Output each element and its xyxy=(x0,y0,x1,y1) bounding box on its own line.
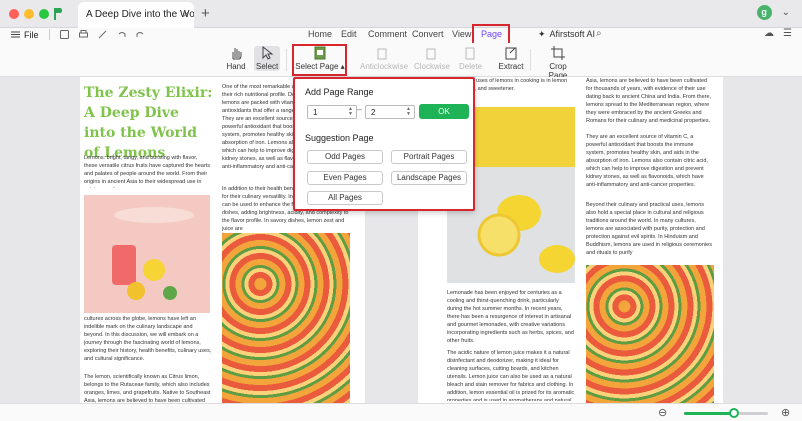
all-pages-button[interactable]: All Pages xyxy=(307,191,383,205)
crop-page-button[interactable]: Crop Page xyxy=(540,46,576,80)
close-tab-icon[interactable]: × xyxy=(183,9,189,21)
extract-icon xyxy=(505,47,517,60)
maximize-window-button[interactable] xyxy=(39,9,49,19)
delete-page-label: Delete xyxy=(459,62,483,71)
lemonade-glass-icon xyxy=(112,207,194,300)
paragraph: The acidic nature of lemon juice makes i… xyxy=(447,350,575,401)
page-toolbar: Hand Select Select Page ▴ Anticlockwise … xyxy=(0,43,802,80)
ok-button[interactable]: OK xyxy=(419,104,469,119)
citrus-slices-image xyxy=(222,233,350,403)
divider xyxy=(48,29,50,40)
page-title: The Zesty Elixir: A Deep Dive into the W… xyxy=(84,85,213,161)
search-icon[interactable]: ⌕ xyxy=(596,28,602,39)
minimize-window-button[interactable] xyxy=(24,9,34,19)
status-bar: ⊖ ⊕ xyxy=(0,403,802,421)
stepper-arrows-icon[interactable]: ▲ ▼ xyxy=(348,107,353,117)
zoom-slider-handle[interactable] xyxy=(729,408,740,418)
range-from-input[interactable]: 1 ▲ ▼ xyxy=(307,105,357,119)
range-heading: Add Page Range xyxy=(305,87,374,97)
select-page-popup: Add Page Range 1 ▲ ▼ – 2 ▲ ▼ OK Suggestion… xyxy=(293,77,475,211)
select-tool-button[interactable]: Select xyxy=(254,46,280,71)
lemonade-image xyxy=(84,195,210,313)
file-menu-button[interactable]: File xyxy=(11,30,39,40)
rotate-right-icon xyxy=(426,48,436,60)
undo-icon[interactable] xyxy=(117,30,126,39)
document-tab[interactable]: A Deep Dive into the Wor... × xyxy=(78,2,194,28)
page-tab-highlight xyxy=(472,24,510,45)
select-page-highlight xyxy=(292,44,347,76)
zoom-slider-fill xyxy=(684,412,735,415)
paragraph: Lemonade has been enjoyed for centuries … xyxy=(447,290,574,344)
extract-page-button[interactable]: Extract xyxy=(498,46,524,71)
save-icon[interactable] xyxy=(59,30,69,39)
file-menu-label: File xyxy=(24,29,39,40)
range-separator: – xyxy=(357,104,363,114)
title-bar: A Deep Dive into the Wor... × + g ⌄ xyxy=(0,0,802,28)
tab-convert[interactable]: Convert xyxy=(412,29,444,39)
paragraph: Beyond their culinary and practical uses… xyxy=(586,202,712,256)
clockwise-label: Clockwise xyxy=(414,62,451,71)
range-to-input[interactable]: 2 ▲ ▼ xyxy=(365,105,415,119)
range-from-value: 1 xyxy=(313,108,318,117)
tab-view[interactable]: View xyxy=(452,29,471,39)
new-tab-button[interactable]: + xyxy=(201,5,210,22)
chevron-down-icon[interactable]: ⌄ xyxy=(782,7,790,18)
menu-bar: File Home Edit Comment Convert View Page… xyxy=(0,28,802,43)
stepper-arrows-icon[interactable]: ▲ ▼ xyxy=(406,107,411,117)
paragraph: They are an excellent source of vitamin … xyxy=(586,134,708,188)
select-tool-label: Select xyxy=(256,62,279,71)
clockwise-button[interactable]: Clockwise xyxy=(414,46,451,71)
zoom-out-icon[interactable]: ⊖ xyxy=(658,406,667,419)
document-tab-title: A Deep Dive into the Wor... xyxy=(86,9,194,20)
paragraph: Asia, lemons are believed to have been c… xyxy=(586,78,712,124)
crop-icon xyxy=(551,46,565,60)
zoom-slider[interactable] xyxy=(684,408,768,418)
divider xyxy=(286,49,287,71)
tab-home[interactable]: Home xyxy=(308,29,332,39)
close-window-button[interactable] xyxy=(9,9,19,19)
avatar[interactable]: g xyxy=(756,5,772,20)
cloud-icon[interactable]: ☁ xyxy=(764,28,774,39)
suggestion-heading: Suggestion Page xyxy=(305,133,374,143)
hand-icon xyxy=(232,48,242,60)
sparkle-icon: ✦ xyxy=(538,29,546,39)
paragraph: Lemons: bright, tangy, and bursting with… xyxy=(84,155,210,188)
divider xyxy=(530,49,531,71)
delete-page-button[interactable]: Delete xyxy=(459,46,483,71)
print-icon[interactable] xyxy=(78,30,88,39)
app-logo-icon xyxy=(54,8,62,20)
extract-page-label: Extract xyxy=(498,62,524,71)
tab-edit[interactable]: Edit xyxy=(341,29,357,39)
citrus-mix-image xyxy=(586,265,714,403)
zoom-in-icon[interactable]: ⊕ xyxy=(781,406,790,419)
paragraph: cultures across the globe, lemons have l… xyxy=(84,316,212,362)
hand-tool-button[interactable]: Hand xyxy=(226,46,246,71)
rotate-left-icon xyxy=(377,48,387,60)
redo-icon[interactable] xyxy=(136,30,145,39)
odd-pages-button[interactable]: Odd Pages xyxy=(307,150,383,164)
anticlockwise-label: Anticlockwise xyxy=(360,62,409,71)
hand-tool-label: Hand xyxy=(226,62,246,71)
ai-assistant-button[interactable]: ✦ Afirstsoft AI xyxy=(538,29,595,40)
magic-icon[interactable] xyxy=(98,30,107,39)
landscape-pages-button[interactable]: Landscape Pages xyxy=(391,171,467,185)
portrait-pages-button[interactable]: Portrait Pages xyxy=(391,150,467,164)
hamburger-icon xyxy=(11,31,20,38)
delete-page-icon xyxy=(465,47,475,60)
cursor-icon xyxy=(262,46,274,60)
paragraph: The lemon, scientifically known as Citru… xyxy=(84,374,211,403)
ai-assistant-label: Afirstsoft AI xyxy=(549,29,596,39)
settings-icon[interactable]: ☰ xyxy=(783,28,792,39)
range-to-value: 2 xyxy=(371,108,376,117)
tab-comment[interactable]: Comment xyxy=(368,29,407,39)
even-pages-button[interactable]: Even Pages xyxy=(307,171,383,185)
anticlockwise-button[interactable]: Anticlockwise xyxy=(360,46,408,71)
